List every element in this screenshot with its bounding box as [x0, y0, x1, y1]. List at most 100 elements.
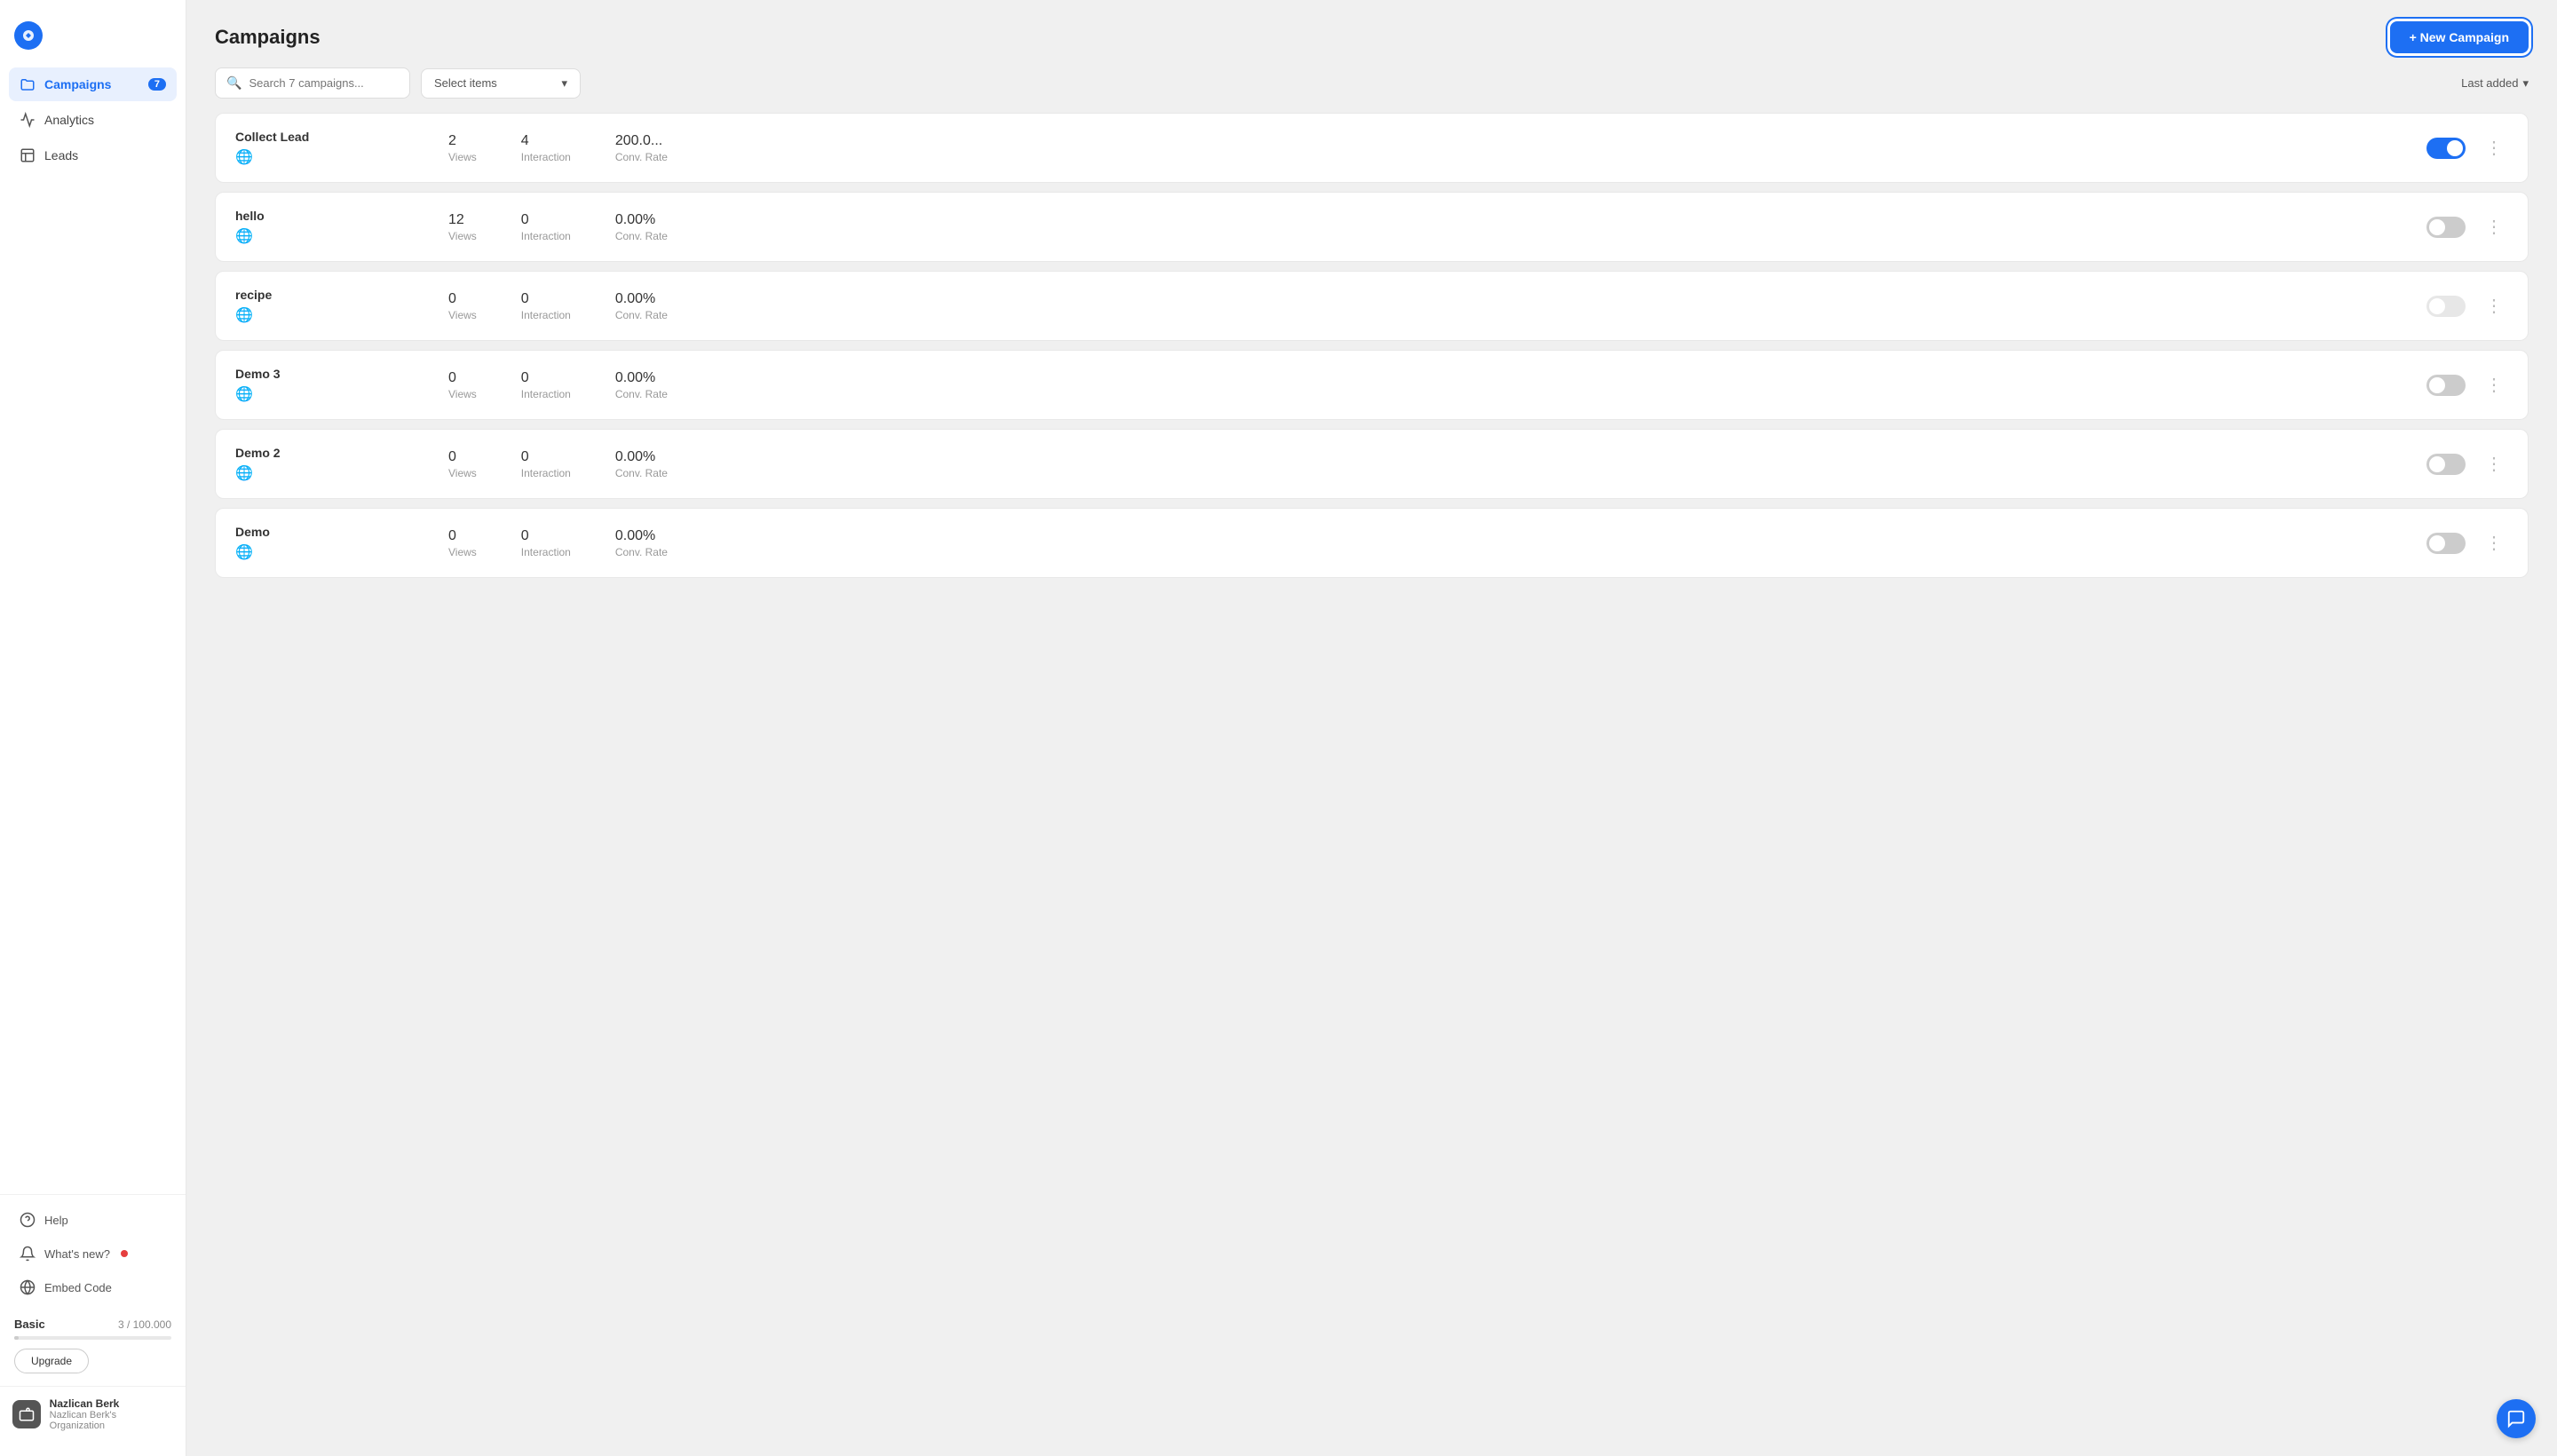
sidebar-bottom-nav: Help What's new? Embed Code	[0, 1194, 186, 1305]
embed-icon	[20, 1279, 36, 1295]
campaign-actions: ⋮	[2426, 133, 2508, 162]
campaign-actions: ⋮	[2426, 291, 2508, 320]
interaction-value: 0	[521, 212, 571, 228]
user-info: Nazlican Berk Nazlican Berk's Organizati…	[50, 1397, 173, 1431]
campaign-list: Collect Lead 🌐 2 Views 4 Interaction 200…	[186, 113, 2557, 1456]
stat-interaction: 0 Interaction	[521, 528, 571, 558]
stat-conv-rate: 200.0... Conv. Rate	[615, 133, 668, 163]
campaigns-badge: 7	[148, 78, 166, 91]
more-button[interactable]: ⋮	[2480, 449, 2508, 479]
nav-label-campaigns: Campaigns	[44, 77, 111, 91]
interaction-label: Interaction	[521, 309, 571, 321]
campaign-name: Collect Lead	[235, 130, 431, 144]
interaction-label: Interaction	[521, 467, 571, 479]
stat-views: 0 Views	[448, 528, 477, 558]
nav-label-leads: Leads	[44, 148, 78, 162]
upgrade-button[interactable]: Upgrade	[14, 1349, 89, 1373]
sort-chevron-icon: ▾	[2522, 76, 2529, 91]
user-name: Nazlican Berk	[50, 1397, 173, 1410]
stat-conv-rate: 0.00% Conv. Rate	[615, 370, 668, 400]
whats-new-dot	[121, 1250, 128, 1257]
globe-icon: 🌐	[235, 466, 253, 481]
nav-label-analytics: Analytics	[44, 113, 94, 127]
globe-icon: 🌐	[235, 308, 253, 323]
globe-icon: 🌐	[235, 150, 253, 165]
campaign-toggle	[2426, 296, 2466, 317]
campaign-card: hello 🌐 12 Views 0 Interaction 0.00% Con…	[215, 192, 2529, 262]
campaign-toggle[interactable]	[2426, 217, 2466, 238]
interaction-value: 0	[521, 449, 571, 465]
campaign-stats: 0 Views 0 Interaction 0.00% Conv. Rate	[431, 449, 2426, 479]
more-button[interactable]: ⋮	[2480, 133, 2508, 162]
toolbar: 🔍 Select items ▾ Last added ▾	[186, 67, 2557, 113]
whats-new-label: What's new?	[44, 1247, 110, 1261]
conv-rate-value: 0.00%	[615, 528, 668, 544]
views-label: Views	[448, 388, 477, 400]
campaign-info: hello 🌐	[235, 209, 431, 245]
campaign-actions: ⋮	[2426, 212, 2508, 241]
sidebar-item-embed-code[interactable]: Embed Code	[9, 1271, 177, 1303]
more-button[interactable]: ⋮	[2480, 212, 2508, 241]
search-box[interactable]: 🔍	[215, 67, 410, 99]
campaign-name: recipe	[235, 288, 431, 302]
campaign-stats: 0 Views 0 Interaction 0.00% Conv. Rate	[431, 370, 2426, 400]
folder-icon	[20, 76, 36, 92]
more-button[interactable]: ⋮	[2480, 291, 2508, 320]
more-button[interactable]: ⋮	[2480, 370, 2508, 400]
stat-interaction: 0 Interaction	[521, 370, 571, 400]
campaign-actions: ⋮	[2426, 449, 2508, 479]
stat-views: 2 Views	[448, 133, 477, 163]
conv-rate-label: Conv. Rate	[615, 546, 668, 558]
search-input[interactable]	[249, 76, 399, 90]
campaign-name: Demo 3	[235, 367, 431, 381]
campaign-toggle[interactable]	[2426, 375, 2466, 396]
campaign-toggle[interactable]	[2426, 533, 2466, 554]
logo[interactable]	[0, 14, 186, 67]
plan-bar	[14, 1336, 171, 1340]
chevron-down-icon: ▾	[561, 76, 567, 91]
views-value: 12	[448, 212, 477, 228]
sort-button[interactable]: Last added ▾	[2461, 76, 2529, 91]
sidebar-item-whats-new[interactable]: What's new?	[9, 1238, 177, 1270]
interaction-label: Interaction	[521, 230, 571, 242]
campaign-card: Demo 3 🌐 0 Views 0 Interaction 0.00% Con…	[215, 350, 2529, 420]
conv-rate-label: Conv. Rate	[615, 151, 668, 163]
stat-conv-rate: 0.00% Conv. Rate	[615, 528, 668, 558]
views-label: Views	[448, 546, 477, 558]
campaign-toggle[interactable]	[2426, 138, 2466, 159]
page-title: Campaigns	[215, 26, 321, 49]
search-icon: 🔍	[226, 75, 241, 91]
chat-widget[interactable]	[2497, 1399, 2536, 1438]
conv-rate-value: 0.00%	[615, 291, 668, 307]
campaign-info: Demo 3 🌐	[235, 367, 431, 403]
stat-interaction: 0 Interaction	[521, 212, 571, 242]
plan-count: 3 / 100.000	[118, 1318, 171, 1331]
avatar	[12, 1400, 41, 1428]
help-label: Help	[44, 1214, 68, 1227]
new-campaign-button[interactable]: + New Campaign	[2390, 21, 2529, 53]
conv-rate-value: 0.00%	[615, 212, 668, 228]
sidebar-item-leads[interactable]: Leads	[9, 138, 177, 172]
conv-rate-label: Conv. Rate	[615, 309, 668, 321]
campaign-toggle[interactable]	[2426, 454, 2466, 475]
campaign-card: recipe 🌐 0 Views 0 Interaction 0.00% Con…	[215, 271, 2529, 341]
sidebar-item-help[interactable]: Help	[9, 1204, 177, 1236]
select-items-label: Select items	[434, 76, 497, 90]
views-label: Views	[448, 467, 477, 479]
stat-interaction: 0 Interaction	[521, 449, 571, 479]
campaign-name: Demo	[235, 525, 431, 539]
sidebar-item-campaigns[interactable]: Campaigns 7	[9, 67, 177, 101]
campaign-stats: 0 Views 0 Interaction 0.00% Conv. Rate	[431, 291, 2426, 321]
stat-views: 0 Views	[448, 449, 477, 479]
stat-interaction: 4 Interaction	[521, 133, 571, 163]
interaction-value: 0	[521, 291, 571, 307]
sidebar-item-analytics[interactable]: Analytics	[9, 103, 177, 137]
more-button[interactable]: ⋮	[2480, 528, 2508, 558]
toolbar-left: 🔍 Select items ▾	[215, 67, 581, 99]
conv-rate-label: Conv. Rate	[615, 230, 668, 242]
plan-section: Basic 3 / 100.000 Upgrade	[0, 1305, 186, 1386]
embed-code-label: Embed Code	[44, 1281, 112, 1294]
stat-conv-rate: 0.00% Conv. Rate	[615, 291, 668, 321]
sidebar: Campaigns 7 Analytics Leads Help What's …	[0, 0, 186, 1456]
select-items-dropdown[interactable]: Select items ▾	[421, 68, 581, 99]
